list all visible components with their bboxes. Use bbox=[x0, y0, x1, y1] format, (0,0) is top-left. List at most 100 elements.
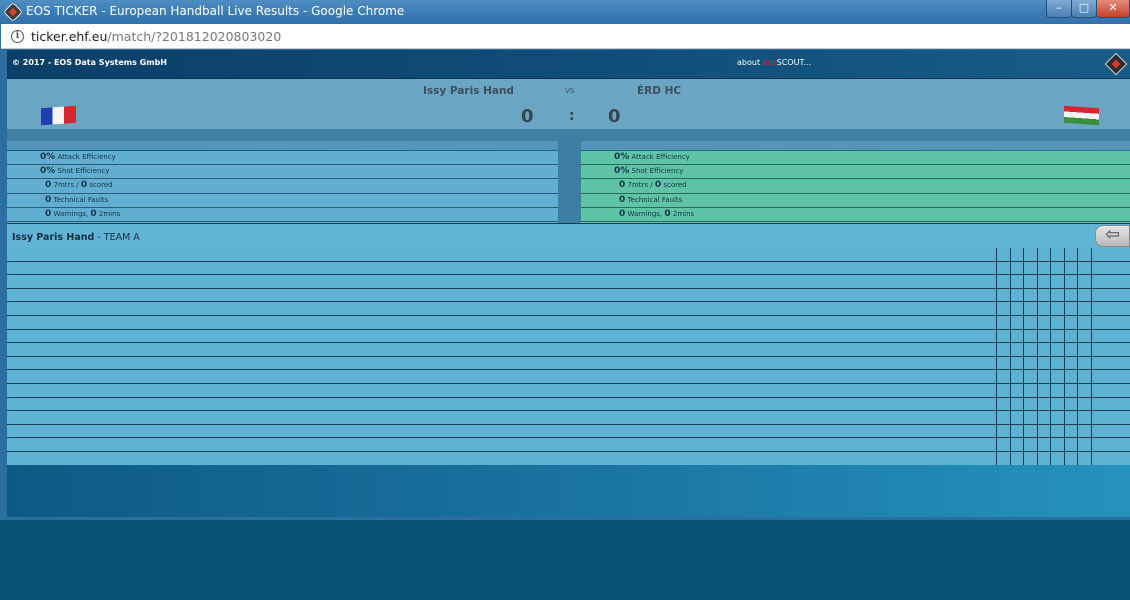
roster-table bbox=[7, 248, 1130, 466]
column-divider bbox=[1050, 248, 1051, 465]
stat-value: 0 bbox=[619, 180, 626, 191]
home-stat-technical-faults: 0 Technical Faults bbox=[7, 194, 558, 208]
stat-value: 0% bbox=[40, 166, 56, 177]
header-strip: © 2017 - EOS Data Systems GmbH about eos… bbox=[7, 50, 1130, 79]
stat-value: 0 bbox=[45, 180, 52, 191]
away-stat-shot-efficiency: 0% Shot Efficiency bbox=[581, 165, 1130, 180]
score-separator: : bbox=[569, 108, 575, 124]
about-prefix: about bbox=[737, 58, 761, 67]
home-stat-shot-efficiency: 0% Shot Efficiency bbox=[7, 165, 558, 180]
eos-logo-icon bbox=[1104, 52, 1128, 76]
stat-label: 7mtrs / bbox=[53, 181, 79, 190]
address-bar[interactable]: i ticker.ehf.eu/match/?201812020803020 bbox=[1, 24, 1130, 49]
stat-label: 7mtrs / bbox=[627, 181, 653, 190]
about-brand: eos bbox=[762, 58, 777, 67]
column-divider bbox=[1010, 248, 1011, 465]
hungary-flag-icon bbox=[1064, 105, 1099, 126]
france-flag-icon bbox=[41, 105, 76, 126]
table-row bbox=[7, 398, 1130, 412]
url-text[interactable]: ticker.ehf.eu/match/?201812020803020 bbox=[31, 29, 281, 44]
stat-value: 0% bbox=[40, 152, 56, 162]
copyright-text: © 2017 - EOS Data Systems GmbH bbox=[12, 58, 167, 67]
info-icon[interactable]: i bbox=[11, 30, 24, 43]
footer-area bbox=[7, 465, 1130, 517]
table-row bbox=[7, 248, 1130, 262]
title-bar: EOS TICKER - European Handball Live Resu… bbox=[0, 0, 1130, 24]
table-row bbox=[7, 411, 1130, 425]
about-suffix: SCOUT... bbox=[776, 58, 812, 67]
table-row bbox=[7, 330, 1130, 344]
back-button[interactable]: ⇦ bbox=[1095, 225, 1130, 247]
column-divider bbox=[1077, 248, 1078, 465]
stat-value: 0 bbox=[619, 208, 626, 219]
column-divider bbox=[1064, 248, 1065, 465]
stat-value: 0 bbox=[45, 208, 52, 219]
stat-value: 0 bbox=[90, 208, 97, 219]
vs-label: VS bbox=[565, 87, 575, 95]
column-divider bbox=[1037, 248, 1038, 465]
home-team-name: Issy Paris Hand bbox=[423, 85, 514, 97]
away-stat-warnings: 0 Warnings, 0 2mins bbox=[581, 208, 1130, 222]
table-row bbox=[7, 316, 1130, 330]
roster-team-name: Issy Paris Hand bbox=[12, 232, 95, 243]
url-path: /match/?201812020803020 bbox=[107, 29, 282, 44]
stat-value: 0 bbox=[664, 208, 671, 219]
stat-label: scored bbox=[663, 181, 687, 190]
table-row bbox=[7, 289, 1130, 303]
table-row bbox=[7, 384, 1130, 398]
stat-value: 0% bbox=[614, 152, 630, 162]
ticker-page: © 2017 - EOS Data Systems GmbH about eos… bbox=[7, 50, 1130, 517]
roster-header: Issy Paris Hand - TEAM A bbox=[7, 223, 1130, 249]
home-score: 0 bbox=[521, 106, 534, 127]
stat-label: Technical Faults bbox=[627, 195, 683, 204]
stat-value: 0 bbox=[619, 194, 626, 205]
window-title: EOS TICKER - European Handball Live Resu… bbox=[26, 4, 405, 18]
about-link[interactable]: about eosSCOUT... bbox=[737, 58, 811, 67]
table-row bbox=[7, 438, 1130, 452]
home-stats-panel: 0% Attack Efficiency 0% Shot Efficiency … bbox=[7, 151, 558, 223]
stat-label: Technical Faults bbox=[53, 195, 109, 204]
table-row bbox=[7, 425, 1130, 439]
stat-label: Attack Efficiency bbox=[631, 153, 690, 161]
stat-value: 0 bbox=[80, 180, 88, 191]
back-arrow-icon: ⇦ bbox=[1104, 224, 1121, 245]
home-stat-attack-efficiency: 0% Attack Efficiency bbox=[7, 151, 558, 166]
away-team-name: ÉRD HC bbox=[637, 85, 682, 97]
home-stat-warnings: 0 Warnings, 0 2mins bbox=[7, 208, 558, 222]
column-divider bbox=[996, 248, 997, 465]
column-divider bbox=[1091, 248, 1092, 465]
maximize-button[interactable]: □ bbox=[1071, 0, 1097, 18]
away-score: 0 bbox=[608, 106, 621, 127]
table-row bbox=[7, 452, 1130, 466]
stat-value: 0 bbox=[45, 194, 52, 205]
stat-label: 2mins bbox=[672, 209, 695, 218]
away-stat-technical-faults: 0 Technical Faults bbox=[581, 194, 1130, 208]
roster-team-label: Issy Paris Hand - TEAM A bbox=[12, 232, 140, 243]
stats-center-divider bbox=[558, 138, 581, 223]
table-row bbox=[7, 275, 1130, 289]
away-stat-7mtrs: 0 7mtrs / 0 scored bbox=[581, 179, 1130, 194]
table-row bbox=[7, 357, 1130, 371]
url-host: ticker.ehf.eu bbox=[31, 29, 108, 44]
stat-label: 2mins bbox=[98, 209, 121, 218]
table-row bbox=[7, 370, 1130, 384]
away-stats-panel: 0% Attack Efficiency 0% Shot Efficiency … bbox=[581, 151, 1130, 223]
minimize-button[interactable]: – bbox=[1046, 0, 1072, 18]
stat-label: Warnings, bbox=[627, 209, 663, 218]
column-divider bbox=[1023, 248, 1024, 465]
stat-label: Shot Efficiency bbox=[57, 167, 110, 176]
table-row bbox=[7, 262, 1130, 276]
stat-label: Warnings, bbox=[53, 209, 89, 218]
stat-value: 0% bbox=[614, 166, 630, 177]
roster-team-suffix: - TEAM A bbox=[94, 232, 140, 243]
stat-label: Shot Efficiency bbox=[631, 167, 684, 176]
stat-value: 0 bbox=[654, 180, 662, 191]
table-row bbox=[7, 343, 1130, 357]
home-stat-7mtrs: 0 7mtrs / 0 scored bbox=[7, 179, 558, 194]
away-stat-attack-efficiency: 0% Attack Efficiency bbox=[581, 151, 1130, 166]
eos-app-icon bbox=[3, 2, 23, 22]
stat-label: Attack Efficiency bbox=[57, 153, 116, 161]
table-row bbox=[7, 302, 1130, 316]
close-button[interactable]: ✕ bbox=[1096, 0, 1130, 18]
stat-label: scored bbox=[89, 181, 113, 190]
